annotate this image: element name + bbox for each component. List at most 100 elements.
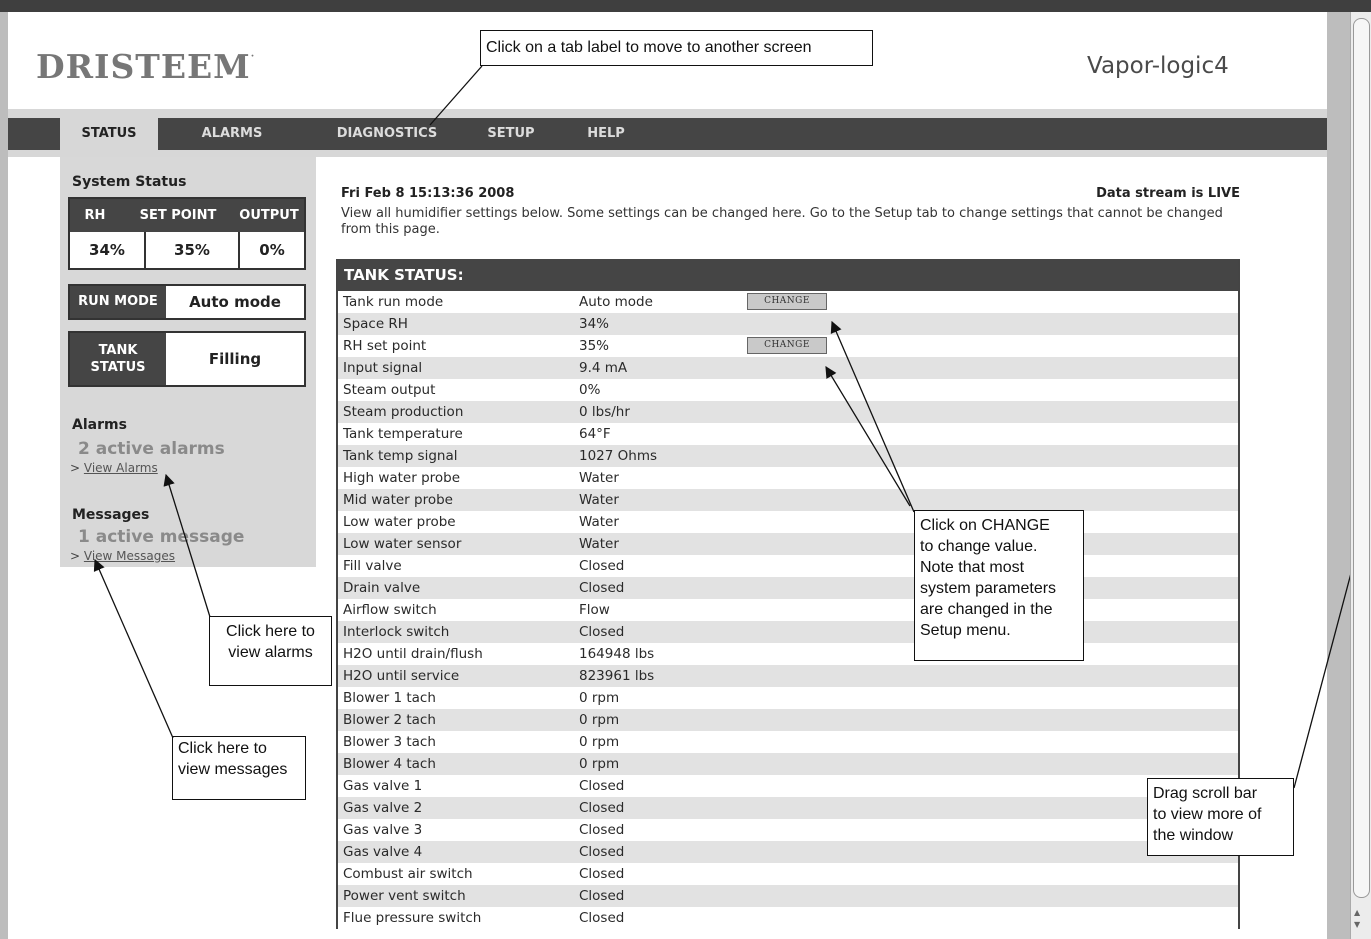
tank-status-row: Mid water probe Water [338, 489, 1238, 511]
callout-change-line5: are changed in the [920, 601, 1053, 618]
row-value: 0 rpm [579, 690, 620, 706]
set-point-header: SET POINT [139, 208, 217, 223]
tank-status-row: Space RH 34% [338, 313, 1238, 335]
tank-status-row: Low water probe Water [338, 511, 1238, 533]
tank-status-row: Interlock switch Closed [338, 621, 1238, 643]
callout-tabs: Click on a tab label to move to another … [480, 30, 873, 66]
row-value: 0 rpm [579, 756, 620, 772]
tab-help[interactable]: HELP [576, 118, 636, 150]
window-frame-right [1327, 12, 1350, 939]
row-value: Closed [579, 800, 625, 816]
row-label: Combust air switch [343, 866, 473, 882]
row-value: Closed [579, 910, 625, 926]
tank-status-row: Blower 4 tach 0 rpm [338, 753, 1238, 775]
tank-status-label: TANK STATUS [70, 333, 166, 385]
view-messages-link[interactable]: View Messages [84, 549, 175, 563]
tank-status-row: Gas valve 2 Closed [338, 797, 1238, 819]
system-status-header: RH SET POINT OUTPUT [70, 199, 304, 232]
tank-status-row: Steam output 0% [338, 379, 1238, 401]
callout-scroll-line2: to view more of [1153, 806, 1262, 823]
row-label: Mid water probe [343, 492, 453, 508]
tank-status-panel: TANK STATUS: Tank run mode Auto mode CHANG… [336, 259, 1240, 929]
callout-change-line4: system parameters [920, 580, 1057, 597]
row-label: High water probe [343, 470, 461, 486]
tank-status-box: TANK STATUS Filling [68, 331, 306, 387]
messages-heading: Messages [72, 507, 150, 523]
tank-status-row: H2O until drain/flush 164948 lbs [338, 643, 1238, 665]
tab-status[interactable]: STATUS [60, 118, 158, 150]
tank-status-row: Power vent switch Closed [338, 885, 1238, 907]
row-label: Power vent switch [343, 888, 466, 904]
scroll-up-arrow[interactable]: ▲ [1354, 908, 1360, 917]
row-value: 823961 lbs [579, 668, 655, 684]
run-mode-label: RUN MODE [70, 286, 166, 318]
tab-diagnostics[interactable]: DIAGNOSTICS [322, 118, 452, 150]
callout-messages-line2: view messages [178, 761, 288, 778]
window-frame-left [0, 12, 8, 939]
set-point-value: 35% [146, 232, 238, 268]
row-value: Closed [579, 580, 625, 596]
callout-change: Click on CHANGE to change value. Note th… [914, 510, 1084, 661]
callout-alarms-line2: view alarms [228, 644, 313, 661]
rh-header: RH [84, 208, 106, 223]
callout-change-line1: Click on CHANGE [920, 517, 1050, 534]
row-label: Steam production [343, 404, 464, 420]
row-label: Gas valve 1 [343, 778, 423, 794]
tank-status-row: H2O until service 823961 lbs [338, 665, 1238, 687]
row-label: Blower 3 tach [343, 734, 436, 750]
scrollbar[interactable]: ▲ ▼ [1350, 12, 1371, 939]
row-value: Closed [579, 866, 625, 882]
tank-status-row: Flue pressure switch Closed [338, 907, 1238, 929]
row-label: Space RH [343, 316, 408, 332]
tab-setup[interactable]: SETUP [476, 118, 546, 150]
row-value: 0 rpm [579, 734, 620, 750]
tab-alarms[interactable]: ALARMS [176, 118, 288, 150]
tank-status-row: Drain valve Closed [338, 577, 1238, 599]
callout-messages: Click here to view messages [172, 736, 306, 800]
row-value: 34% [579, 316, 610, 332]
callout-scroll: Drag scroll bar to view more of the wind… [1147, 778, 1294, 856]
row-value: Closed [579, 778, 625, 794]
row-label: Gas valve 4 [343, 844, 423, 860]
tank-status-heading: TANK STATUS: [338, 259, 1238, 291]
product-name: Vapor-logic4 [1087, 53, 1229, 79]
tank-status-row: High water probe Water [338, 467, 1238, 489]
view-alarms-link[interactable]: View Alarms [84, 461, 158, 475]
tank-status-row: Blower 1 tach 0 rpm [338, 687, 1238, 709]
row-value: 0 lbs/hr [579, 404, 630, 420]
tank-status-row: Tank run mode Auto mode CHANGE [338, 291, 1238, 313]
row-label: Interlock switch [343, 624, 450, 640]
row-value: Water [579, 514, 619, 530]
callout-change-line3: Note that most [920, 559, 1025, 576]
change-button[interactable]: CHANGE [747, 337, 827, 354]
tank-status-row: Blower 3 tach 0 rpm [338, 731, 1238, 753]
scrollbar-thumb[interactable] [1353, 18, 1370, 898]
tank-status-row: Steam production 0 lbs/hr [338, 401, 1238, 423]
row-label: Blower 2 tach [343, 712, 436, 728]
row-label: Tank temp signal [343, 448, 458, 464]
row-value: 0 rpm [579, 712, 620, 728]
row-value: Closed [579, 888, 625, 904]
row-label: Tank run mode [343, 294, 444, 310]
system-status-heading: System Status [72, 174, 187, 190]
row-value: Auto mode [579, 294, 653, 310]
scroll-down-arrow[interactable]: ▼ [1354, 920, 1360, 929]
current-datetime: Fri Feb 8 15:13:36 2008 [341, 186, 515, 201]
link-prefix: > [70, 461, 81, 475]
row-label: Blower 1 tach [343, 690, 436, 706]
messages-count: 1 active message [78, 527, 245, 547]
alarms-count: 2 active alarms [78, 439, 225, 459]
row-value: Closed [579, 558, 625, 574]
row-label: Fill valve [343, 558, 402, 574]
row-value: Flow [579, 602, 610, 618]
change-button[interactable]: CHANGE [747, 293, 827, 310]
tank-status-row: Fill valve Closed [338, 555, 1238, 577]
row-value: Water [579, 492, 619, 508]
row-value: Water [579, 536, 619, 552]
tank-status-row: Gas valve 3 Closed [338, 819, 1238, 841]
callout-change-line6: Setup menu. [920, 622, 1011, 639]
callout-scroll-line1: Drag scroll bar [1153, 785, 1258, 802]
rh-value: 34% [70, 232, 144, 268]
tank-status-value: Filling [208, 350, 262, 368]
row-label: H2O until drain/flush [343, 646, 483, 662]
